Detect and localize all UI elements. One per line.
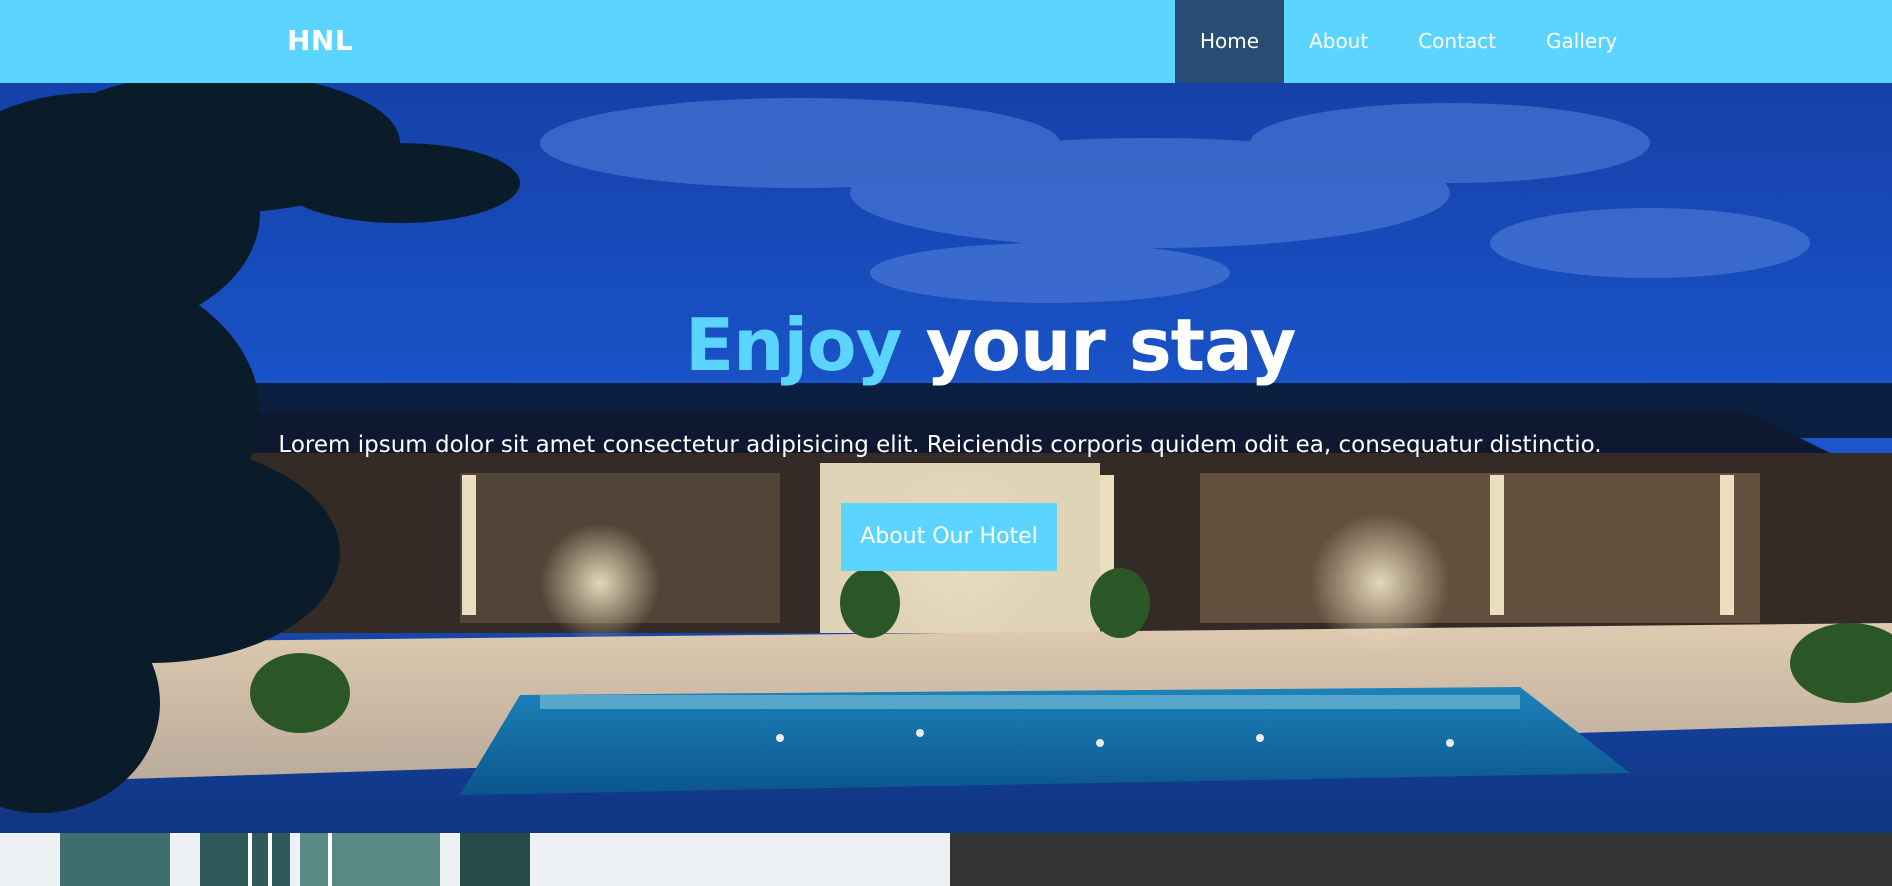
brand-logo[interactable]: HNL [287,24,353,57]
nav-links: Home About Contact Gallery [1175,0,1642,83]
nav-link-home[interactable]: Home [1175,0,1285,83]
hero-title: Enjoy your stay [0,303,1892,387]
nav-link-about[interactable]: About [1284,0,1393,83]
hero-title-rest: your stay [901,303,1297,387]
hero-subtitle: Lorem ipsum dolor sit amet consectetur a… [0,432,1892,458]
nav-link-contact[interactable]: Contact [1393,0,1521,83]
hero-background-image [0,83,1892,833]
building-image [0,833,950,886]
hero-section: Enjoy your stay Lorem ipsum dolor sit am… [0,83,1892,833]
hero-subtitle-text: Lorem ipsum dolor sit amet consectetur a… [278,432,1602,458]
section-dark-panel [950,833,1892,886]
section-image-preview [0,833,950,886]
nav-link-gallery[interactable]: Gallery [1521,0,1642,83]
hero-title-accent: Enjoy [685,303,903,387]
about-hotel-button[interactable]: About Our Hotel [841,503,1057,571]
navbar: HNL Home About Contact Gallery [0,0,1892,83]
